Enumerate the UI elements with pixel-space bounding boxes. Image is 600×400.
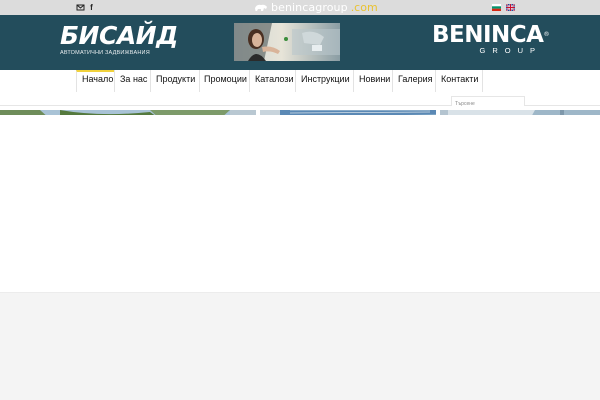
nav-item-contacts[interactable]: Контакти <box>435 70 483 92</box>
nav-item-label: Галерия <box>398 74 433 84</box>
nav-item-news[interactable]: Новини <box>353 70 392 92</box>
nav-item-label: Промоции <box>204 74 247 84</box>
nav-item-label: Каталози <box>255 74 294 84</box>
slider-image-3[interactable] <box>440 106 600 115</box>
nav-item-promotions[interactable]: Промоции <box>199 70 249 92</box>
top-bar: f benincagroup .com <box>0 0 600 15</box>
uk-flag-icon[interactable] <box>506 4 515 11</box>
beninca-logo-title: BENINCA® <box>432 22 549 48</box>
logo-title: БИСАЙД <box>60 21 178 50</box>
site-brand-link[interactable]: benincagroup .com <box>254 1 378 14</box>
registered-mark: ® <box>543 31 549 38</box>
nav-item-label: За нас <box>120 74 148 84</box>
nav-item-products[interactable]: Продукти <box>150 70 199 92</box>
bisaid-logo[interactable]: БИСАЙД АВТОМАТИЧНИ ЗАДВИЖВАНИЯ <box>60 21 178 63</box>
nav-item-catalogs[interactable]: Каталози <box>249 70 295 92</box>
slider-image-2[interactable] <box>260 106 436 115</box>
nav-item-label: Начало <box>82 74 114 84</box>
bulgarian-flag-icon[interactable] <box>492 4 501 11</box>
header-banner-image <box>234 23 340 61</box>
slider-image-1[interactable] <box>0 106 256 115</box>
bull-logo-icon <box>255 4 267 11</box>
mail-icon[interactable] <box>76 3 85 12</box>
logo-subtitle: АВТОМАТИЧНИ ЗАДВИЖВАНИЯ <box>60 50 150 56</box>
facebook-icon[interactable]: f <box>87 3 96 12</box>
nav-item-label: Новини <box>359 74 391 84</box>
image-slider <box>0 106 600 292</box>
nav-item-label: Продукти <box>156 74 196 84</box>
site-brand-tld: .com <box>350 1 378 14</box>
beninca-group-logo[interactable]: BENINCA® GROUP <box>432 22 549 62</box>
nav-item-label: Контакти <box>441 74 479 84</box>
main-navigation: Начало За нас Продукти Промоции Каталози… <box>0 70 600 110</box>
nav-item-home[interactable]: Начало <box>76 70 114 92</box>
nav-item-label: Инструкции <box>301 74 350 84</box>
nav-item-instructions[interactable]: Инструкции <box>295 70 353 92</box>
site-brand-text: benincagroup <box>271 1 348 14</box>
nav-item-about[interactable]: За нас <box>114 70 150 92</box>
page-footer-area <box>0 292 600 400</box>
site-header: БИСАЙД АВТОМАТИЧНИ ЗАДВИЖВАНИЯ BENINCA® … <box>0 15 600 70</box>
nav-item-gallery[interactable]: Галерия <box>392 70 435 92</box>
beninca-logo-word: BENINCA <box>432 22 544 48</box>
